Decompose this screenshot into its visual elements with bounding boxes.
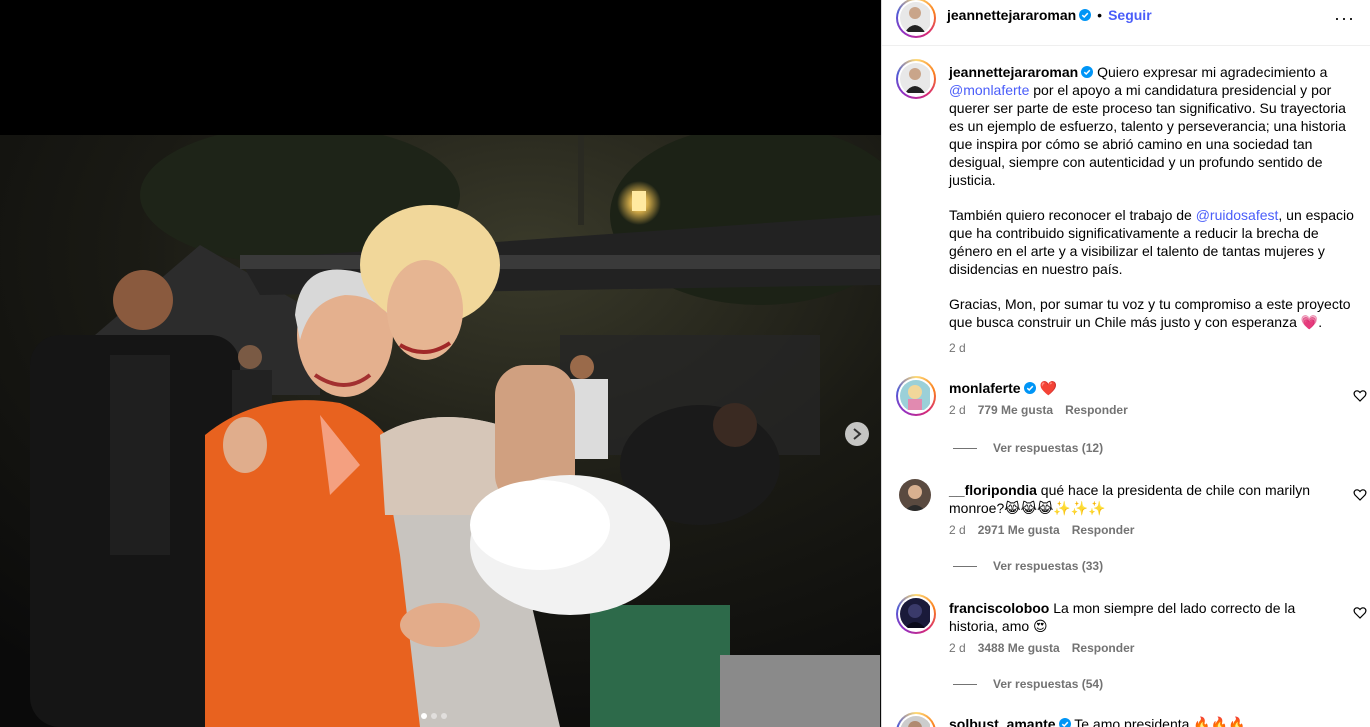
caption-username[interactable]: jeannettejararoman: [949, 64, 1078, 80]
avatar-image: [900, 598, 930, 628]
view-replies-button[interactable]: Ver respuestas (12): [953, 441, 1103, 455]
carousel-dot: [421, 713, 427, 719]
view-replies-button[interactable]: Ver respuestas (54): [953, 677, 1103, 691]
separator-dot: •: [1097, 7, 1103, 23]
comment-body: monlaferte ❤️ 2 d 779 Me gusta Responder: [949, 379, 1329, 419]
caption-author-avatar[interactable]: [896, 59, 936, 99]
commenter-avatar[interactable]: [899, 479, 931, 511]
like-heart-icon[interactable]: [1353, 389, 1367, 403]
view-replies-button[interactable]: Ver respuestas (33): [953, 559, 1103, 573]
caption-paragraph: También quiero reconocer el trabajo de @…: [949, 206, 1355, 278]
reply-button[interactable]: Responder: [1065, 403, 1128, 417]
post-header: jeannettejararoman • Seguir ···: [882, 0, 1370, 46]
post-caption: jeannettejararoman Quiero expresar mi ag…: [949, 63, 1355, 357]
avatar-image: [900, 380, 930, 410]
commenter-username[interactable]: solbust_amante: [949, 716, 1056, 727]
caption-text: Gracias, Mon, por sumar tu voz y tu comp…: [949, 296, 1351, 330]
comment-body: __floripondia qué hace la presidenta de …: [949, 481, 1329, 539]
follow-button[interactable]: Seguir: [1108, 7, 1152, 23]
replies-line: [953, 565, 977, 567]
carousel-dot: [441, 713, 447, 719]
commenter-username[interactable]: franciscoloboo: [949, 600, 1049, 616]
verified-icon: [1079, 9, 1092, 21]
carousel-indicator: [421, 713, 447, 719]
post-media: [0, 0, 881, 727]
view-replies-label: Ver respuestas (33): [993, 559, 1104, 573]
post-sidebar: jeannettejararoman • Seguir ··· jeannett…: [881, 0, 1370, 727]
avatar-image: [900, 716, 930, 727]
comment-body: franciscoloboo La mon siempre del lado c…: [949, 599, 1329, 657]
author-avatar[interactable]: [896, 0, 936, 38]
comment-body: solbust_amante Te amo presidenta 🔥🔥🔥: [949, 715, 1329, 727]
photo-scene: [0, 135, 881, 727]
reply-button[interactable]: Responder: [1072, 523, 1135, 537]
caption-timestamp[interactable]: 2 d: [949, 339, 1355, 357]
comment-meta: 2 d 779 Me gusta Responder: [949, 401, 1329, 419]
caption-text: .: [1318, 314, 1323, 330]
verified-icon: [1081, 66, 1094, 78]
avatar-image: [900, 2, 930, 32]
carousel-dot: [431, 713, 437, 719]
post-photo[interactable]: [0, 135, 881, 727]
caption-text: También quiero reconocer el trabajo de: [949, 207, 1196, 223]
like-heart-icon[interactable]: [1353, 488, 1367, 502]
mention-link[interactable]: @ruidosafest: [1196, 207, 1279, 223]
commenter-username[interactable]: __floripondia: [949, 482, 1037, 498]
commenter-avatar[interactable]: [896, 594, 936, 634]
more-options-button[interactable]: ···: [1334, 8, 1355, 29]
verified-icon: [1058, 718, 1071, 727]
commenter-avatar[interactable]: [896, 712, 936, 727]
commenter-username[interactable]: monlaferte: [949, 380, 1021, 396]
view-replies-label: Ver respuestas (12): [993, 441, 1104, 455]
caption-text: Quiero expresar mi agradecimiento a: [1097, 64, 1328, 80]
heart-emoji: 💗: [1300, 314, 1319, 330]
caption-paragraph: Gracias, Mon, por sumar tu voz y tu comp…: [949, 295, 1355, 331]
view-replies-label: Ver respuestas (54): [993, 677, 1104, 691]
comment-time[interactable]: 2 d: [949, 523, 966, 537]
replies-line: [953, 683, 977, 685]
comment-meta: 2 d 3488 Me gusta Responder: [949, 639, 1329, 657]
comment-time[interactable]: 2 d: [949, 641, 966, 655]
verified-icon: [1023, 382, 1036, 394]
avatar-image: [900, 63, 930, 93]
author-username[interactable]: jeannettejararoman: [947, 7, 1076, 23]
comment-text: Te amo presidenta 🔥🔥🔥: [1074, 716, 1246, 727]
avatar-image: [899, 479, 931, 511]
carousel-next-button[interactable]: [845, 422, 869, 446]
comment-time[interactable]: 2 d: [949, 403, 966, 417]
commenter-avatar[interactable]: [896, 376, 936, 416]
reply-button[interactable]: Responder: [1072, 641, 1135, 655]
replies-line: [953, 447, 977, 449]
like-heart-icon[interactable]: [1353, 606, 1367, 620]
comment-likes[interactable]: 779 Me gusta: [978, 403, 1053, 417]
mention-link[interactable]: @monlaferte: [949, 82, 1029, 98]
comment-meta: 2 d 2971 Me gusta Responder: [949, 521, 1329, 539]
comment-likes[interactable]: 3488 Me gusta: [978, 641, 1060, 655]
caption-paragraph: jeannettejararoman Quiero expresar mi ag…: [949, 63, 1355, 189]
chevron-right-icon: [853, 428, 862, 440]
comment-text: ❤️: [1039, 380, 1057, 396]
comment-likes[interactable]: 2971 Me gusta: [978, 523, 1060, 537]
